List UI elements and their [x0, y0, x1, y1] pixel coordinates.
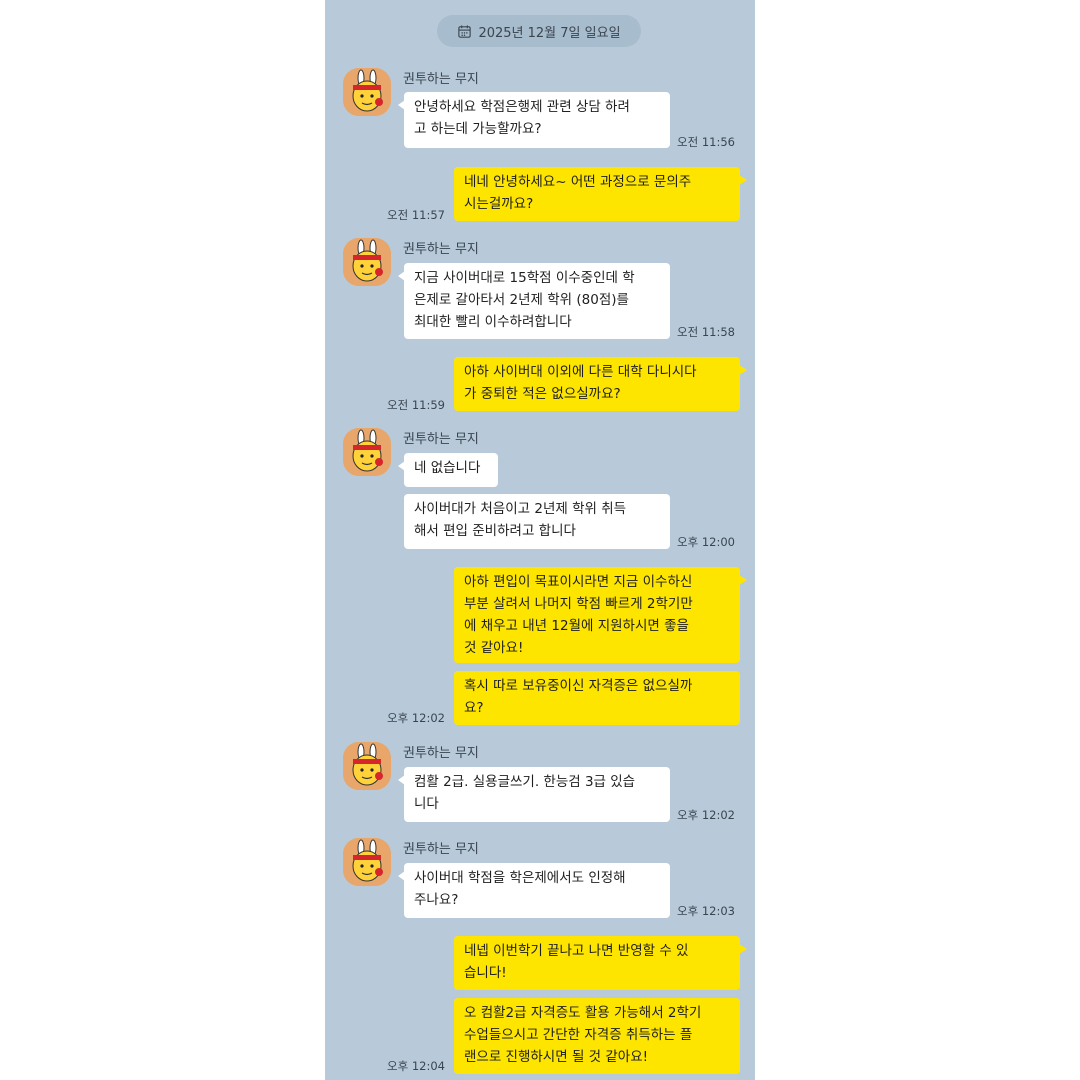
sender-name: 권투하는 무지 [403, 242, 479, 257]
message-bubble[interactable]: 지금 사이버대로 15학점 이수중인데 학 은제로 갈아타서 2년제 학위 (8… [398, 263, 670, 339]
message-bubble[interactable]: 네 없습니다 [398, 453, 498, 487]
character-avatar-icon [343, 68, 391, 116]
message-bubble[interactable]: 아하 편입이 목표이시라면 지금 이수하신 부분 살려서 나머지 학점 빠르게 … [454, 567, 747, 663]
sender-name: 권투하는 무지 [403, 432, 479, 447]
message-time: 오후 12:00 [677, 535, 735, 549]
avatar[interactable] [343, 742, 391, 790]
message-time: 오전 11:56 [677, 135, 735, 149]
message-bubble[interactable]: 안녕하세요 학점은행제 관련 상담 하려 고 하는데 가능할까요? [398, 92, 670, 148]
message-time: 오후 12:04 [387, 1059, 445, 1073]
sender-name: 권투하는 무지 [403, 842, 479, 857]
message-time: 오후 12:02 [387, 711, 445, 725]
avatar[interactable] [343, 238, 391, 286]
message-time: 오전 11:58 [677, 325, 735, 339]
date-divider: 2025년 12월 7일 일요일 [437, 15, 641, 47]
message-time: 오후 12:02 [677, 808, 735, 822]
sender-name: 권투하는 무지 [403, 72, 479, 87]
message-time: 오전 11:59 [387, 398, 445, 412]
message-bubble[interactable]: 컴활 2급. 실용글쓰기. 한능검 3급 있습 니다 [398, 767, 670, 822]
calendar-icon [458, 24, 472, 38]
avatar[interactable] [343, 68, 391, 116]
date-text: 2025년 12월 7일 일요일 [478, 25, 621, 41]
message-bubble[interactable]: 오 컴활2급 자격증도 활용 가능해서 2학기 수업들으시고 간단한 자격증 취… [454, 998, 740, 1074]
character-avatar-icon [343, 838, 391, 886]
message-bubble[interactable]: 사이버대 학점을 학은제에서도 인정해 주나요? [398, 863, 670, 918]
message-bubble[interactable]: 네네 안녕하세요~ 어떤 과정으로 문의주 시는걸까요? [454, 167, 747, 221]
sender-name: 권투하는 무지 [403, 746, 479, 761]
avatar[interactable] [343, 428, 391, 476]
character-avatar-icon [343, 238, 391, 286]
message-time: 오후 12:03 [677, 904, 735, 918]
avatar[interactable] [343, 838, 391, 886]
message-bubble[interactable]: 혹시 따로 보유중이신 자격증은 없으실까 요? [454, 671, 740, 725]
character-avatar-icon [343, 742, 391, 790]
message-bubble[interactable]: 사이버대가 처음이고 2년제 학위 취득 해서 편입 준비하려고 합니다 [404, 494, 670, 549]
message-time: 오전 11:57 [387, 208, 445, 222]
message-bubble[interactable]: 네넵 이번학기 끝나고 나면 반영할 수 있 습니다! [454, 936, 747, 990]
chat-window: 2025년 12월 7일 일요일 권투하는 무지 안녕하세요 학점은행제 관련 … [325, 0, 755, 1080]
character-avatar-icon [343, 428, 391, 476]
message-bubble[interactable]: 아하 사이버대 이외에 다른 대학 다니시다 가 중퇴한 적은 없으실까요? [454, 357, 747, 411]
